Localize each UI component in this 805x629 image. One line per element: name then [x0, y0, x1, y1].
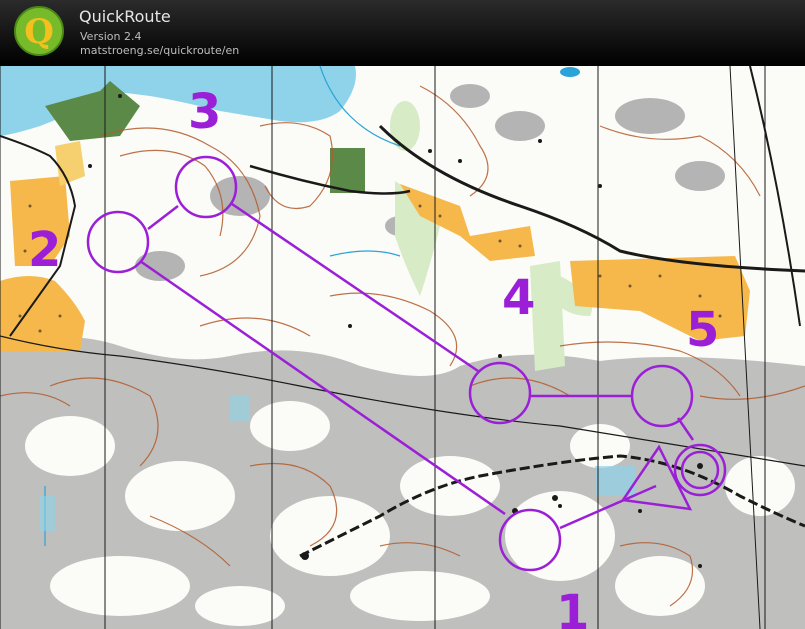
- control-number-1: 1: [556, 585, 589, 629]
- app-header: Q QuickRoute Version 2.4 matstroeng.se/q…: [0, 0, 805, 66]
- control-number-5: 5: [686, 302, 719, 358]
- control-number-4: 4: [502, 270, 535, 326]
- pond: [560, 67, 580, 77]
- quickroute-q-logo: Q: [14, 6, 64, 56]
- app-title: QuickRoute: [79, 7, 171, 26]
- app-version: Version 2.4: [80, 30, 142, 43]
- map-canvas: 1 2 3 4 5: [0, 66, 805, 629]
- control-number-3: 3: [188, 84, 221, 140]
- control-number-2: 2: [28, 222, 61, 278]
- app-url[interactable]: matstroeng.se/quickroute/en: [80, 44, 239, 57]
- orienteering-map[interactable]: 1 2 3 4 5: [0, 66, 805, 629]
- logo-letter: Q: [24, 12, 54, 52]
